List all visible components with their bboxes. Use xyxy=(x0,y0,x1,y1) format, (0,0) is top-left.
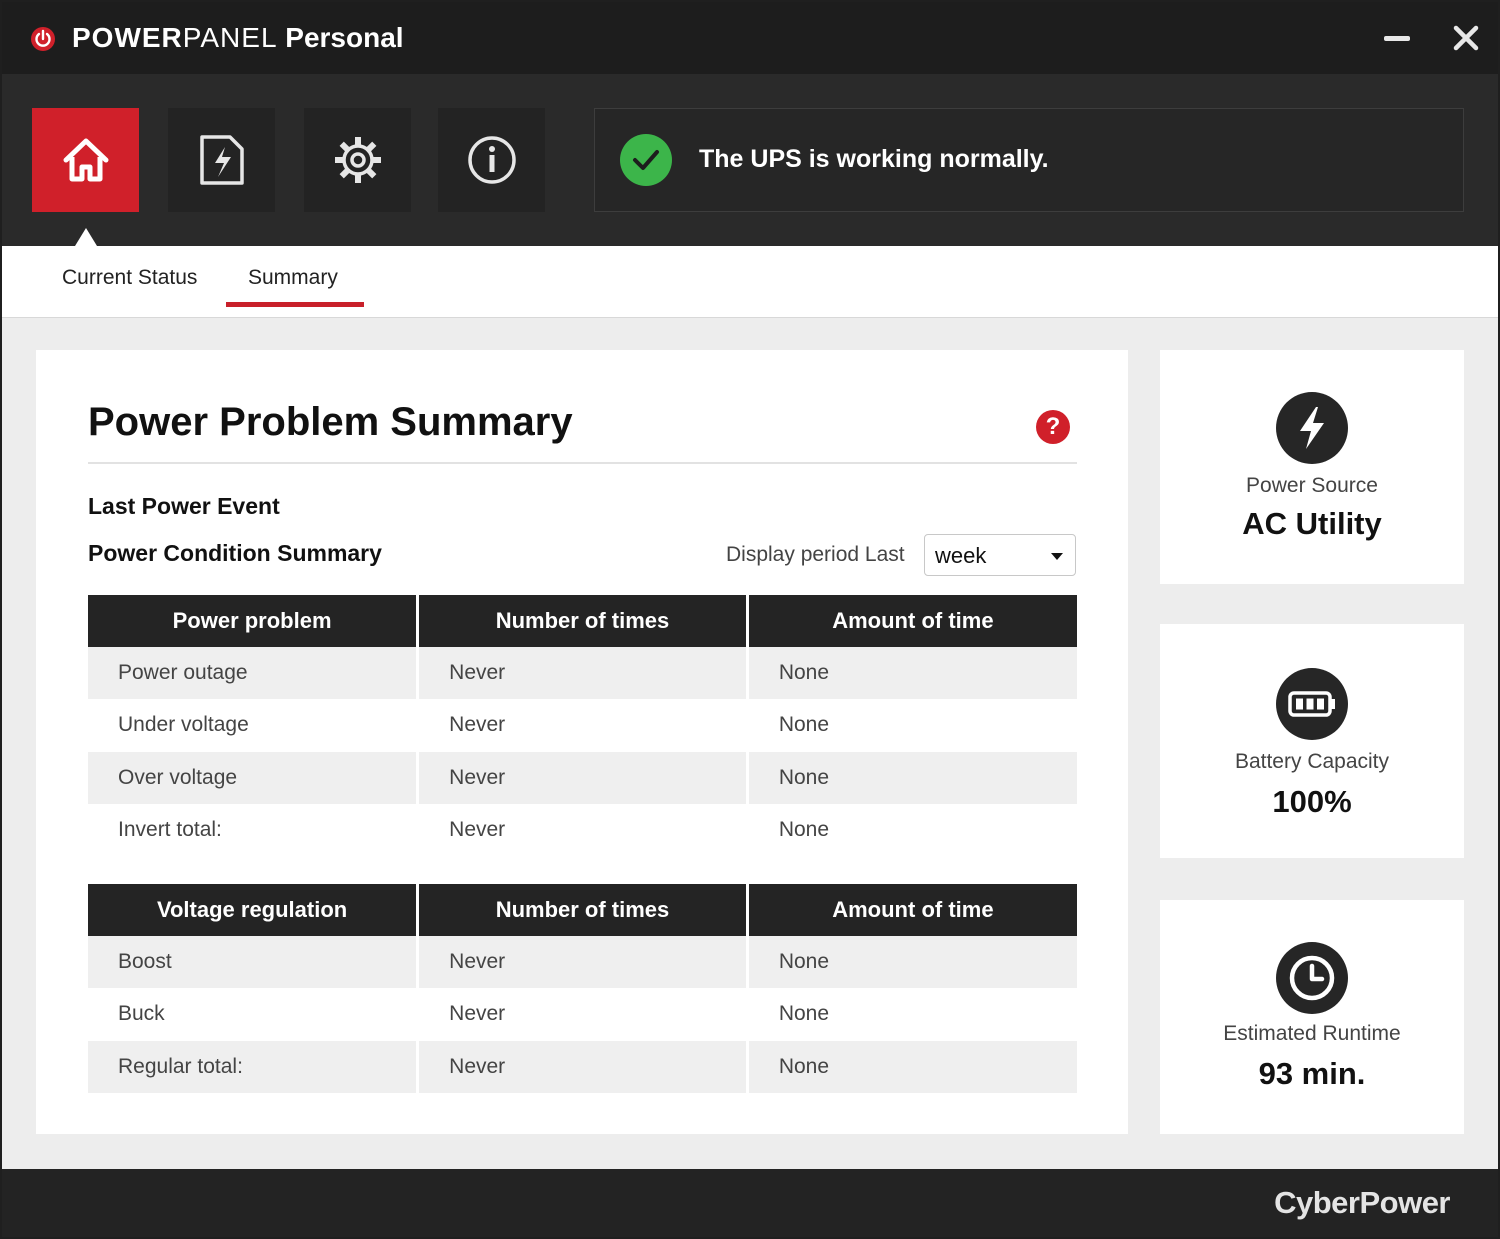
nav-power-log-button[interactable] xyxy=(168,108,275,212)
last-power-event-label[interactable]: Last Power Event xyxy=(88,493,280,520)
table-header-row: Power problem Number of times Amount of … xyxy=(88,595,1077,647)
power-source-value: AC Utility xyxy=(1242,506,1382,541)
table-row: Boost Never None xyxy=(88,936,1077,989)
estimated-runtime-card: Estimated Runtime 93 min. xyxy=(1160,900,1464,1134)
check-icon xyxy=(620,134,672,186)
power-problem-table: Power problem Number of times Amount of … xyxy=(88,595,1077,857)
table-row: Under voltage Never None xyxy=(88,699,1077,752)
table-cell: None xyxy=(747,751,1077,804)
table-cell: Buck xyxy=(88,988,420,1041)
estimated-runtime-value: 93 min. xyxy=(1258,1056,1366,1091)
table-cell: None xyxy=(747,699,1077,752)
home-icon xyxy=(63,138,108,182)
app-window: POWERPANEL Personal The UPS is working n… xyxy=(0,0,1500,1239)
info-icon xyxy=(467,136,516,184)
nav-home-button[interactable] xyxy=(32,108,139,212)
table-cell: Regular total: xyxy=(88,1040,420,1093)
table-cell: Never xyxy=(417,803,749,857)
power-source-label: Power Source xyxy=(1246,474,1378,497)
column-header: Voltage regulation xyxy=(88,884,420,936)
nav-info-button[interactable] xyxy=(438,108,545,212)
summary-card: Power Problem Summary ? Last Power Event… xyxy=(36,350,1128,1134)
column-header: Number of times xyxy=(417,595,749,647)
power-condition-summary-label: Power Condition Summary xyxy=(88,540,382,566)
battery-capacity-value: 100% xyxy=(1272,784,1352,819)
cyberpower-logo: CyberPower xyxy=(1274,1185,1450,1220)
display-period-value: week xyxy=(935,543,987,568)
table-cell: Boost xyxy=(88,936,420,989)
close-icon[interactable] xyxy=(1446,18,1486,58)
table-cell: Under voltage xyxy=(88,699,420,752)
display-period-select[interactable]: week xyxy=(924,534,1076,576)
table-cell: Over voltage xyxy=(88,751,420,804)
table-cell: None xyxy=(747,1040,1077,1093)
chevron-down-icon xyxy=(1051,553,1063,560)
page-title: Power Problem Summary xyxy=(88,400,573,444)
column-header: Amount of time xyxy=(747,595,1077,647)
column-header: Power problem xyxy=(88,595,420,647)
main-toolbar: The UPS is working normally. xyxy=(2,74,1498,246)
column-header: Amount of time xyxy=(747,884,1077,936)
table-cell: None xyxy=(747,803,1077,857)
table-cell: None xyxy=(747,647,1077,700)
table-cell: Never xyxy=(417,647,749,700)
table-row: Buck Never None xyxy=(88,988,1077,1041)
nav-settings-button[interactable] xyxy=(304,108,411,212)
clock-icon xyxy=(1276,942,1348,1014)
estimated-runtime-label: Estimated Runtime xyxy=(1223,1022,1401,1045)
table-row: Power outage Never None xyxy=(88,647,1077,700)
table-row: Regular total: Never None xyxy=(88,1040,1077,1093)
display-period-label: Display period Last xyxy=(726,543,905,566)
table-cell: Never xyxy=(417,699,749,752)
help-icon[interactable]: ? xyxy=(1036,410,1070,444)
powerpanel-logo-icon xyxy=(31,27,55,51)
table-cell: None xyxy=(747,936,1077,989)
table-cell: Invert total: xyxy=(88,803,420,857)
tab-bar: Current Status Summary xyxy=(2,246,1498,318)
title-bar: POWERPANEL Personal xyxy=(2,2,1498,74)
active-nav-pointer xyxy=(75,228,97,246)
power-log-icon xyxy=(199,135,244,185)
table-row: Over voltage Never None xyxy=(88,751,1077,804)
title-divider xyxy=(88,462,1077,464)
battery-capacity-label: Battery Capacity xyxy=(1234,750,1390,773)
table-cell: Never xyxy=(417,751,749,804)
table-cell: Never xyxy=(417,936,749,989)
minimize-icon[interactable] xyxy=(1376,18,1416,58)
tab-selected-indicator xyxy=(226,302,364,307)
table-cell: None xyxy=(747,988,1077,1041)
gear-icon xyxy=(334,137,381,183)
table-cell: Never xyxy=(417,988,749,1041)
tab-current-status[interactable]: Current Status xyxy=(62,266,197,290)
table-cell: Power outage xyxy=(88,647,420,700)
app-title: POWERPANEL Personal xyxy=(72,22,404,53)
column-header: Number of times xyxy=(417,884,749,936)
battery-icon xyxy=(1276,668,1348,740)
power-source-card: Power Source AC Utility xyxy=(1160,350,1464,584)
tab-summary[interactable]: Summary xyxy=(248,266,338,290)
footer-bar: CyberPower xyxy=(2,1169,1498,1237)
status-banner: The UPS is working normally. xyxy=(594,108,1464,212)
table-row: Invert total: Never None xyxy=(88,803,1077,857)
table-cell: Never xyxy=(417,1040,749,1093)
status-message: The UPS is working normally. xyxy=(699,145,1049,173)
voltage-regulation-table: Voltage regulation Number of times Amoun… xyxy=(88,884,1077,1093)
lightning-icon xyxy=(1276,392,1348,464)
table-header-row: Voltage regulation Number of times Amoun… xyxy=(88,884,1077,936)
battery-capacity-card: Battery Capacity 100% xyxy=(1160,624,1464,858)
